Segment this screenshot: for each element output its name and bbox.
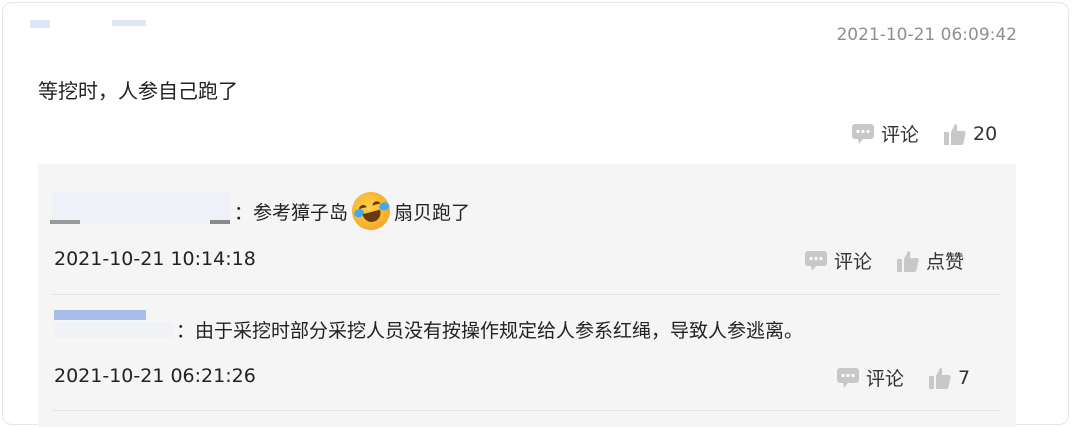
comment-reply-button[interactable]: 评论 bbox=[851, 120, 919, 147]
crying-laughing-emoji-icon bbox=[347, 187, 395, 235]
username-blurred bbox=[30, 20, 50, 28]
comment-actions: 评论 20 bbox=[851, 120, 997, 147]
comment-timestamp: 2021-10-21 06:09:42 bbox=[836, 25, 1017, 45]
comment-bubble-icon bbox=[837, 367, 859, 388]
reply-2-actions: 评论 7 bbox=[836, 364, 970, 391]
reply-2-text: ：由于采挖时部分采挖人员没有按操作规定给人参系红绳，导致人参逃离。 bbox=[176, 320, 804, 342]
reply-1-timestamp: 2021-10-21 10:14:18 bbox=[54, 248, 256, 270]
reply-1-actions: 评论 点赞 bbox=[804, 247, 964, 274]
reply-2-username-blurred bbox=[54, 310, 146, 320]
reply-2-comment-label: 评论 bbox=[866, 368, 905, 390]
thumbs-up-icon bbox=[944, 123, 966, 145]
reply-2-like-button[interactable]: 7 bbox=[928, 366, 970, 390]
reply-2-timestamp: 2021-10-21 06:21:26 bbox=[54, 365, 256, 387]
comment-bubble-icon bbox=[805, 250, 827, 271]
reply-1-comment-label: 评论 bbox=[834, 251, 873, 273]
reply-1-like-button[interactable]: 点赞 bbox=[896, 247, 964, 274]
reply-1-comment-button[interactable]: 评论 bbox=[804, 247, 872, 274]
reply-1-text-after: 扇贝跑了 bbox=[394, 201, 471, 224]
comment-reply-label: 评论 bbox=[881, 124, 920, 146]
reply-2-like-count: 7 bbox=[958, 366, 971, 389]
reply-1-username-mark-2 bbox=[210, 220, 230, 224]
comment-like-count: 20 bbox=[973, 122, 998, 145]
reply-1-text: ：参考獐子岛 扇贝跑了 bbox=[234, 187, 471, 235]
reply-divider bbox=[53, 410, 1001, 411]
reply-divider bbox=[53, 294, 1001, 295]
reply-1-username-mark bbox=[50, 220, 80, 224]
reply-1-text-before: ：参考獐子岛 bbox=[234, 201, 349, 224]
reply-2-comment-button[interactable]: 评论 bbox=[836, 364, 904, 391]
reply-2-username-blur-2 bbox=[54, 322, 174, 338]
username-blurred-part bbox=[112, 20, 146, 26]
comment-like-button[interactable]: 20 bbox=[943, 122, 997, 146]
thumbs-up-icon bbox=[897, 250, 919, 272]
comment-text: 等挖时，人参自己跑了 bbox=[38, 79, 238, 103]
reply-1-like-label: 点赞 bbox=[926, 251, 965, 273]
thumbs-up-icon bbox=[929, 367, 951, 389]
replies-container: ：参考獐子岛 扇贝跑了 2021-10-21 10:14:18 评论 点赞 ：由… bbox=[38, 164, 1016, 427]
comment-bubble-icon bbox=[852, 123, 874, 144]
